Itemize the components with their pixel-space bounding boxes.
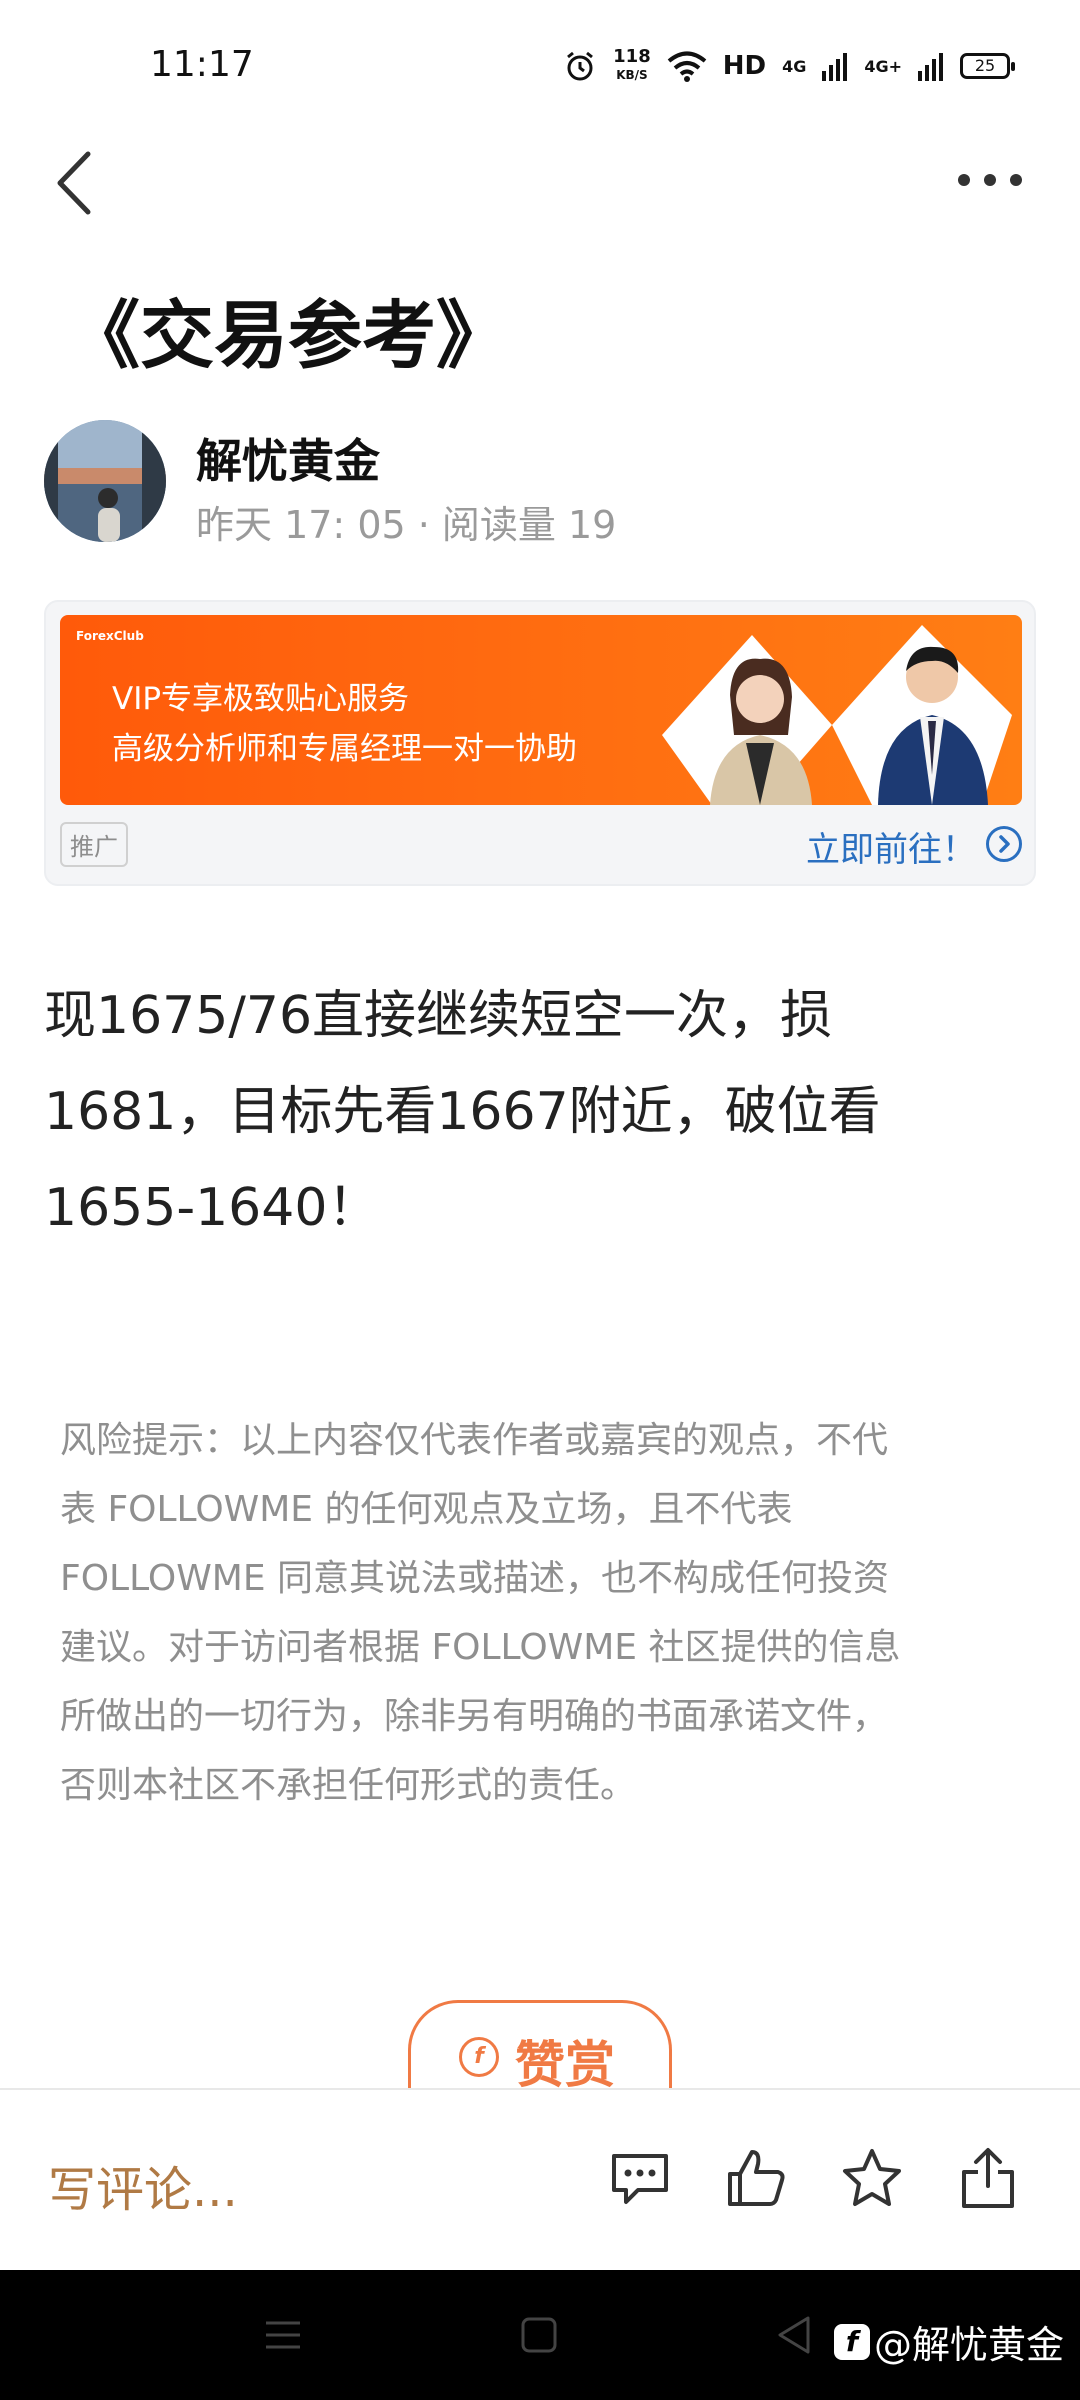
- avatar-image: [44, 420, 166, 542]
- comment-button[interactable]: [608, 2146, 672, 2210]
- share-icon: [962, 2148, 1014, 2208]
- risk-notice-line: 风险提示：以上内容仅代表作者或嘉宾的观点，不代: [60, 1420, 889, 1461]
- tip-button[interactable]: f 赞赏: [408, 2000, 672, 2100]
- back-button[interactable]: [48, 148, 108, 218]
- ad-cta-link[interactable]: 立即前往！: [806, 822, 976, 871]
- like-button[interactable]: [724, 2146, 788, 2210]
- back-triangle-icon: [778, 2316, 810, 2354]
- system-nav-bar: f @解忧黄金: [0, 2270, 1080, 2400]
- post-body-line: 现1675/76直接继续短空一次，损: [44, 986, 833, 1046]
- coin-icon: f: [459, 2037, 499, 2077]
- article-title: 《交易参考》: [66, 293, 510, 379]
- ad-headline: VIP专享极致贴心服务: [112, 681, 410, 717]
- status-time: 11:17: [150, 44, 254, 85]
- more-dots-icon: [958, 174, 1022, 186]
- post-body-line: 1681，目标先看1667附近，破位看: [44, 1082, 881, 1142]
- ad-people-image: [662, 625, 1012, 805]
- signal-icon: [918, 53, 943, 81]
- net-speed-value: 118: [613, 46, 651, 67]
- ad-subline: 高级分析师和专属经理一对一协助: [112, 731, 577, 767]
- system-back-button[interactable]: [770, 2310, 820, 2360]
- recent-apps-button[interactable]: [258, 2310, 308, 2360]
- network-type-1: 4G: [782, 56, 807, 76]
- watermark-text: @解忧黄金: [873, 2323, 1064, 2367]
- net-speed: 118 KB/S: [613, 48, 651, 84]
- home-icon: [521, 2317, 557, 2353]
- post-body: 现1675/76直接继续短空一次，损 1681，目标先看1667附近，破位看 1…: [44, 968, 1034, 1256]
- wifi-icon: [667, 51, 706, 82]
- status-icons: 118 KB/S HD 4G 4G+ 25: [563, 46, 1015, 86]
- network-type-2: 4G+: [864, 56, 902, 76]
- star-icon: [843, 2149, 901, 2206]
- risk-notice-line: FOLLOWME 同意其说法或描述，也不构成任何投资: [60, 1558, 890, 1599]
- comment-icon: [612, 2154, 668, 2204]
- signal-icon: [822, 53, 848, 81]
- home-button[interactable]: [514, 2310, 564, 2360]
- watermark: f @解忧黄金: [833, 2314, 1064, 2369]
- alarm-icon: [567, 51, 594, 81]
- chevron-right-icon[interactable]: [986, 826, 1022, 862]
- avatar[interactable]: [44, 420, 166, 542]
- ad-brand-logo: ForexClub: [76, 629, 144, 643]
- battery-indicator: 25: [960, 53, 1015, 79]
- share-button[interactable]: [956, 2146, 1020, 2210]
- tip-label: 赞赏: [515, 2036, 615, 2094]
- post-meta: 昨天 17: 05 · 阅读量 19: [196, 503, 617, 547]
- risk-notice-line: 否则本社区不承担任何形式的责任。: [60, 1765, 637, 1806]
- ad-sponsored-tag: 推广: [60, 822, 128, 867]
- author-name[interactable]: 解忧黄金: [196, 425, 380, 491]
- ad-card[interactable]: ForexClub VIP专享极致贴心服务 高级分析师和专属经理一对一协助 推广…: [44, 600, 1036, 886]
- risk-notice-line: 建议。对于访问者根据 FOLLOWME 社区提供的信息: [60, 1627, 901, 1668]
- more-button[interactable]: [950, 160, 1030, 200]
- net-speed-unit: KB/S: [616, 68, 648, 82]
- like-icon: [728, 2150, 785, 2206]
- comment-input[interactable]: 写评论...: [48, 2150, 238, 2220]
- back-arrow-icon: [57, 151, 91, 215]
- followme-logo-icon: f: [833, 2323, 870, 2360]
- risk-notice-line: 所做出的一切行为，除非另有明确的书面承诺文件，: [60, 1696, 889, 1737]
- risk-notice: 风险提示：以上内容仅代表作者或嘉宾的观点，不代 表 FOLLOWME 的任何观点…: [60, 1406, 1020, 1820]
- risk-notice-line: 表 FOLLOWME 的任何观点及立场，且不代表: [60, 1489, 793, 1530]
- favorite-button[interactable]: [840, 2146, 904, 2210]
- ad-banner[interactable]: ForexClub VIP专享极致贴心服务 高级分析师和专属经理一对一协助: [60, 615, 1022, 805]
- menu-icon: [266, 2321, 300, 2349]
- status-bar: 11:17 118 KB/S HD 4G 4G+ 25: [0, 0, 1080, 130]
- post-body-line: 1655-1640！: [44, 1178, 380, 1238]
- action-bar: 写评论...: [0, 2088, 1080, 2270]
- hd-label: HD: [722, 51, 767, 81]
